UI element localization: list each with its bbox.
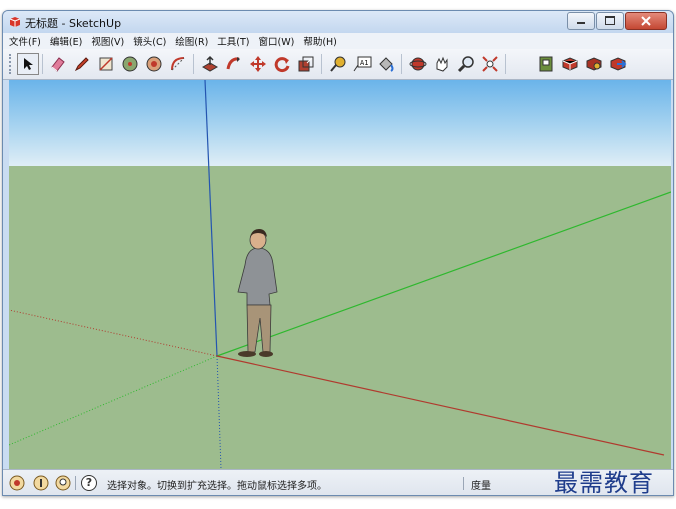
circle-icon	[122, 56, 138, 72]
toolbar-separator	[321, 54, 322, 74]
scale-icon	[298, 56, 314, 72]
modeling-viewport[interactable]	[9, 80, 671, 469]
main-toolbar: A1	[3, 49, 673, 80]
toolbar-grip[interactable]	[9, 54, 14, 74]
user-account-icon[interactable]	[55, 475, 71, 491]
pencil-tool-button[interactable]	[71, 53, 93, 75]
pan-tool-button[interactable]	[431, 53, 453, 75]
zoom-extents-tool-button[interactable]	[479, 53, 501, 75]
menu-help[interactable]: 帮助(H)	[303, 34, 337, 48]
push-pull-icon	[201, 55, 219, 72]
polygon-icon	[146, 56, 162, 72]
scene-canvas[interactable]	[9, 80, 671, 469]
magnifier-icon	[457, 56, 474, 73]
share-model-tool-button[interactable]	[607, 53, 629, 75]
rectangle-icon	[99, 57, 113, 71]
minimize-icon	[577, 22, 585, 24]
warehouse-tool-button[interactable]	[583, 53, 605, 75]
toolbar-separator	[193, 54, 194, 74]
measurement-separator	[463, 477, 464, 490]
move-icon	[250, 56, 266, 72]
toolbar-separator	[401, 54, 402, 74]
help-symbol: ?	[85, 476, 93, 489]
sky	[9, 80, 671, 166]
scale-tool-button[interactable]	[295, 53, 317, 75]
maximize-button[interactable]	[596, 12, 624, 30]
arrow-cursor-icon	[24, 58, 33, 70]
arc-icon	[171, 57, 185, 71]
title-bar[interactable]: 无标题 - SketchUp	[3, 11, 673, 33]
menu-edit[interactable]: 编辑(E)	[50, 34, 82, 48]
close-icon	[641, 16, 651, 26]
eraser-tool-button[interactable]	[47, 53, 69, 75]
measurement-input[interactable]	[499, 474, 559, 491]
tape-measure-icon	[330, 56, 346, 72]
push-pull-tool-button[interactable]	[199, 53, 221, 75]
maximize-icon	[605, 16, 615, 25]
zoom-tool-button[interactable]	[455, 53, 477, 75]
status-separator	[75, 476, 76, 490]
credits-icon[interactable]	[33, 475, 49, 491]
menu-tools[interactable]: 工具(T)	[217, 34, 249, 48]
menu-bar: 文件(F) 编辑(E) 视图(V) 镜头(C) 绘图(R) 工具(T) 窗口(W…	[3, 33, 673, 49]
menu-draw[interactable]: 绘图(R)	[175, 34, 208, 48]
rotate-icon	[274, 57, 290, 73]
geo-location-icon[interactable]	[9, 475, 25, 491]
rectangle-tool-button[interactable]	[95, 53, 117, 75]
text-tool-label: A1	[360, 59, 369, 67]
polygon-tool-button[interactable]	[143, 53, 165, 75]
toolbar-separator	[42, 54, 43, 74]
text-tool-button[interactable]: A1	[351, 53, 373, 75]
pencil-icon	[74, 57, 89, 72]
components-tool-button[interactable]	[559, 53, 581, 75]
menu-file[interactable]: 文件(F)	[9, 34, 41, 48]
help-button[interactable]: ?	[81, 475, 97, 491]
rotate-tool-button[interactable]	[271, 53, 293, 75]
toolbar-separator	[505, 54, 506, 74]
menu-window[interactable]: 窗口(W)	[259, 34, 295, 48]
close-button[interactable]	[625, 12, 667, 30]
share-model-icon	[610, 57, 627, 71]
components-icon	[562, 57, 578, 71]
follow-me-icon	[226, 57, 240, 70]
menu-view[interactable]: 视图(V)	[91, 34, 124, 48]
move-tool-button[interactable]	[247, 53, 269, 75]
orbit-icon	[409, 57, 427, 71]
ground	[9, 166, 671, 469]
arc-tool-button[interactable]	[167, 53, 189, 75]
paint-bucket-icon	[379, 57, 394, 72]
tape-measure-tool-button[interactable]	[327, 53, 349, 75]
watermark: 最需教育	[554, 469, 654, 497]
sketchup-logo-icon	[9, 17, 21, 27]
measurement-label: 度量	[471, 481, 491, 492]
orbit-tool-button[interactable]	[407, 53, 429, 75]
eraser-icon	[51, 57, 65, 72]
menu-camera[interactable]: 镜头(C)	[133, 34, 166, 48]
select-tool-button[interactable]	[17, 53, 39, 75]
circle-tool-button[interactable]	[119, 53, 141, 75]
scenes-tool-button[interactable]	[535, 53, 557, 75]
status-message: 选择对象。切换到扩充选择。拖动鼠标选择多项。	[107, 481, 327, 492]
follow-me-tool-button[interactable]	[223, 53, 245, 75]
warehouse-icon	[586, 57, 602, 71]
sketchup-window: 无标题 - SketchUp 文件(F) 编辑(E) 视图(V) 镜头(C) 绘…	[2, 10, 674, 496]
book-icon	[539, 56, 553, 72]
pan-hand-icon	[436, 56, 448, 72]
zoom-extents-icon	[482, 56, 498, 72]
minimize-button[interactable]	[567, 12, 595, 30]
window-title: 无标题 - SketchUp	[25, 17, 122, 30]
paint-bucket-tool-button[interactable]	[375, 53, 397, 75]
